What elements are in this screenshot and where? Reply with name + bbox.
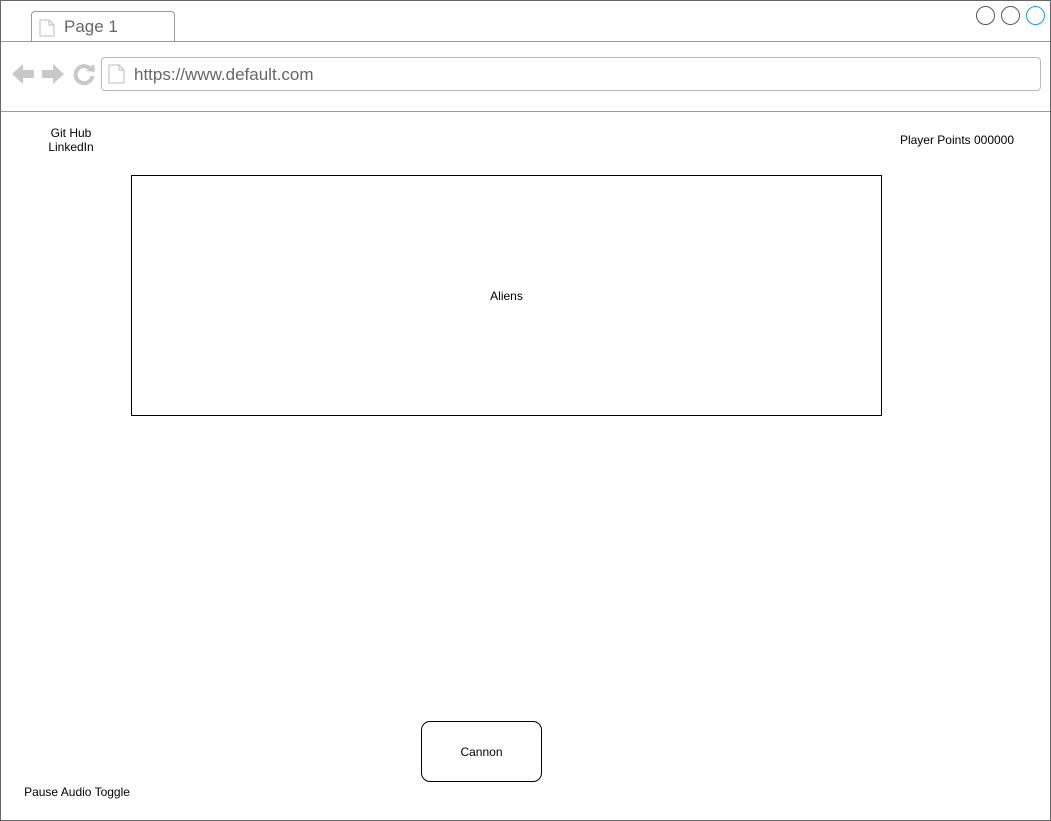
- forward-arrow-icon[interactable]: [41, 62, 65, 86]
- linkedin-link[interactable]: LinkedIn: [31, 140, 111, 154]
- address-url: https://www.default.com: [134, 65, 314, 84]
- aliens-area: Aliens: [131, 175, 882, 416]
- github-link[interactable]: Git Hub: [31, 126, 111, 140]
- minimize-icon[interactable]: [976, 6, 995, 25]
- cannon-button[interactable]: Cannon: [421, 721, 542, 782]
- close-icon[interactable]: [1026, 6, 1045, 25]
- browser-window: Page 1 https://www.default.com Git Hub L…: [0, 0, 1051, 821]
- player-points: Player Points 000000: [899, 133, 1015, 147]
- social-links: Git Hub LinkedIn: [31, 126, 111, 154]
- address-bar[interactable]: https://www.default.com: [101, 57, 1041, 91]
- pause-audio-toggle[interactable]: Pause Audio Toggle: [17, 785, 137, 799]
- tab-strip: Page 1: [1, 1, 1050, 42]
- tab-page-1[interactable]: Page 1: [31, 11, 175, 41]
- back-arrow-icon[interactable]: [11, 62, 35, 86]
- reload-icon[interactable]: [72, 62, 96, 86]
- page-icon: [39, 19, 55, 37]
- aliens-label: Aliens: [490, 288, 523, 303]
- page-icon: [108, 64, 125, 84]
- navigation-bar: https://www.default.com: [1, 42, 1050, 112]
- tab-title: Page 1: [64, 17, 118, 36]
- cannon-label: Cannon: [460, 744, 503, 759]
- maximize-icon[interactable]: [1001, 6, 1020, 25]
